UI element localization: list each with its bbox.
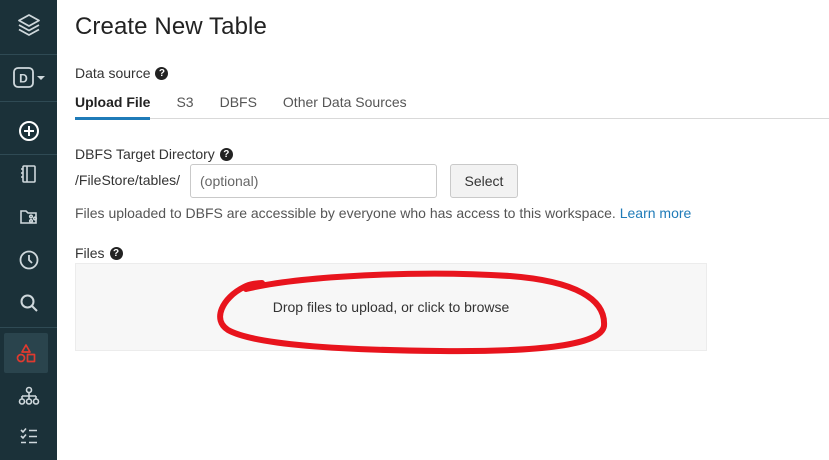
data-icon[interactable] — [4, 333, 48, 373]
learn-more-link[interactable]: Learn more — [620, 205, 692, 221]
search-icon[interactable] — [0, 283, 57, 323]
clusters-icon[interactable] — [0, 376, 57, 416]
data-source-label: Data source — [75, 65, 151, 81]
dbfs-access-info: Files uploaded to DBFS are accessible by… — [75, 205, 691, 221]
notebook-icon[interactable] — [0, 154, 57, 194]
files-label-row: Files ? — [75, 245, 123, 261]
info-text: Files uploaded to DBFS are accessible by… — [75, 205, 616, 221]
directory-prefix: /FileStore/tables/ — [75, 172, 181, 188]
workspace-switcher[interactable]: D — [0, 58, 57, 98]
repos-icon[interactable] — [0, 197, 57, 237]
target-directory-label-row: DBFS Target Directory ? — [75, 146, 233, 162]
target-directory-help-icon[interactable]: ? — [219, 147, 233, 161]
tab-other-data-sources[interactable]: Other Data Sources — [283, 91, 407, 119]
files-help-icon[interactable]: ? — [109, 246, 123, 260]
data-source-help-icon[interactable]: ? — [155, 66, 169, 80]
page-title: Create New Table — [75, 13, 267, 40]
files-label: Files — [75, 245, 105, 261]
tab-s3[interactable]: S3 — [176, 91, 193, 119]
target-directory-input[interactable] — [190, 164, 437, 198]
workspace-letter: D — [19, 72, 28, 86]
recents-icon[interactable] — [0, 240, 57, 280]
data-source-tabs: Upload File S3 DBFS Other Data Sources — [75, 91, 829, 120]
create-icon[interactable] — [0, 111, 57, 151]
sidebar: D — [0, 0, 57, 460]
jobs-icon[interactable] — [0, 416, 57, 456]
tab-dbfs[interactable]: DBFS — [220, 91, 257, 119]
file-dropzone[interactable]: Drop files to upload, or click to browse — [75, 263, 707, 351]
main-content: Create New Table Data source ? Upload Fi… — [57, 0, 829, 460]
target-directory-label: DBFS Target Directory — [75, 146, 215, 162]
select-button[interactable]: Select — [450, 164, 518, 198]
tab-upload-file[interactable]: Upload File — [75, 91, 151, 120]
databricks-logo-icon[interactable] — [0, 5, 57, 45]
dropzone-text: Drop files to upload, or click to browse — [272, 299, 510, 315]
data-source-label-row: Data source ? — [75, 65, 169, 81]
